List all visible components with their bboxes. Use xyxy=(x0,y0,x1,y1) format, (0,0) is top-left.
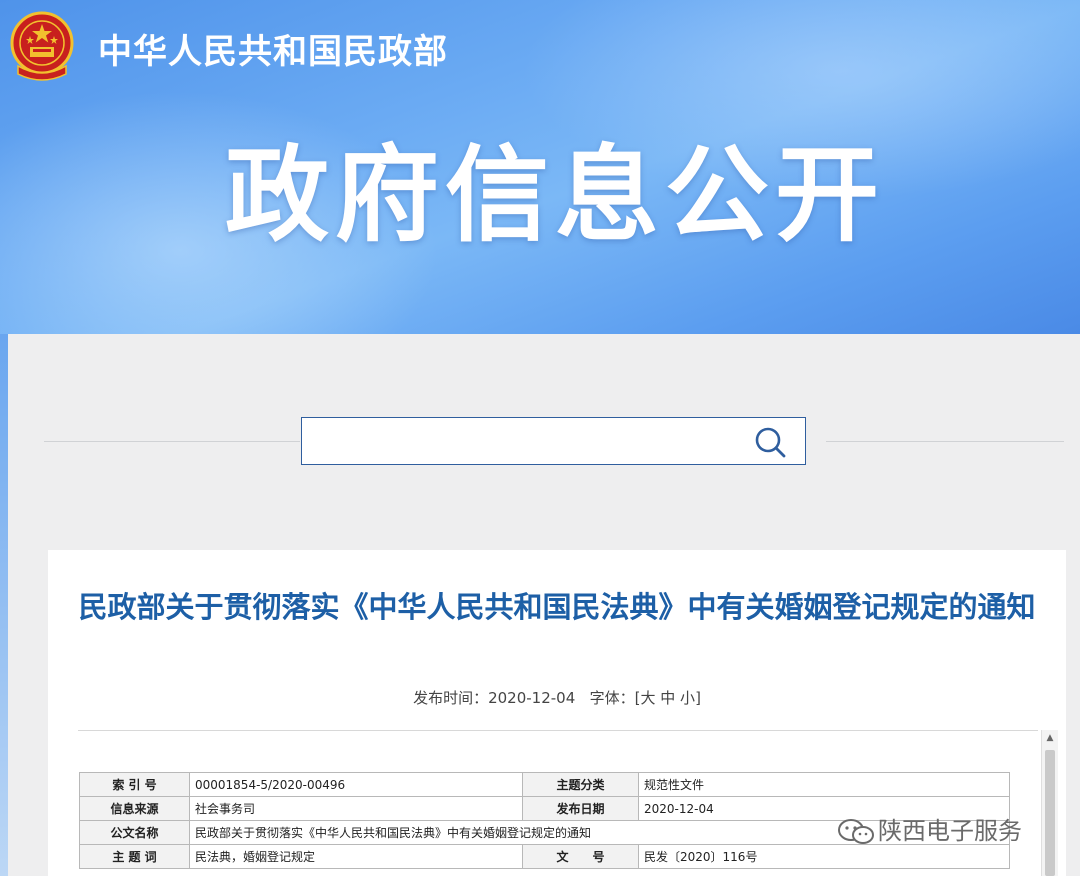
table-row: 索 引 号 00001854-5/2020-00496 主题分类 规范性文件 xyxy=(79,772,1010,797)
banner-title: 政府信息公开 xyxy=(224,134,885,256)
font-size-label: 字体：[ xyxy=(589,689,641,707)
scrollbar[interactable]: ▲ xyxy=(1041,730,1058,876)
label-publish-date: 发布日期 xyxy=(522,796,639,821)
wechat-icon xyxy=(838,819,874,844)
search-box xyxy=(301,417,806,465)
meta-divider xyxy=(78,730,1038,731)
scroll-thumb[interactable] xyxy=(1045,750,1055,876)
value-index-number: 00001854-5/2020-00496 xyxy=(189,772,523,797)
search-icon[interactable] xyxy=(753,426,787,458)
document-meta: 发布时间：2020-12-04 字体：[大 中 小] xyxy=(48,687,1066,708)
font-medium-button[interactable]: 中 xyxy=(660,689,675,707)
watermark-text: 陕西电子服务 xyxy=(878,817,1022,845)
label-document-number: 文 号 xyxy=(522,844,639,869)
label-keywords: 主 题 词 xyxy=(79,844,190,869)
value-document-number: 民发〔2020〕116号 xyxy=(638,844,1010,869)
watermark: 陕西电子服务 xyxy=(836,811,1022,846)
value-subject-category: 规范性文件 xyxy=(638,772,1010,797)
label-document-name: 公文名称 xyxy=(79,820,190,845)
value-info-source: 社会事务司 xyxy=(189,796,523,821)
value-keywords: 民法典，婚姻登记规定 xyxy=(189,844,523,869)
font-large-button[interactable]: 大 xyxy=(640,689,655,707)
header-banner: 中华人民共和国民政部 政府信息公开 xyxy=(0,0,1080,334)
label-info-source: 信息来源 xyxy=(79,796,190,821)
label-subject-category: 主题分类 xyxy=(522,772,639,797)
national-emblem-icon xyxy=(10,11,74,81)
document-title: 民政部关于贯彻落实《中华人民共和国民法典》中有关婚姻登记规定的通知 xyxy=(78,590,1036,624)
publish-date: 2020-12-04 xyxy=(488,689,576,707)
search-divider-right xyxy=(826,441,1064,442)
left-edge-decoration xyxy=(0,334,8,876)
search-divider-left xyxy=(44,441,300,442)
label-index-number: 索 引 号 xyxy=(79,772,190,797)
table-row: 主 题 词 民法典，婚姻登记规定 文 号 民发〔2020〕116号 xyxy=(79,844,1010,869)
ministry-name: 中华人民共和国民政部 xyxy=(98,32,448,72)
search-input[interactable] xyxy=(310,426,734,458)
publish-label: 发布时间： xyxy=(413,689,489,707)
scroll-up-arrow-icon[interactable]: ▲ xyxy=(1042,730,1058,746)
font-small-button[interactable]: 小 xyxy=(680,689,695,707)
font-size-close: ] xyxy=(695,689,701,707)
